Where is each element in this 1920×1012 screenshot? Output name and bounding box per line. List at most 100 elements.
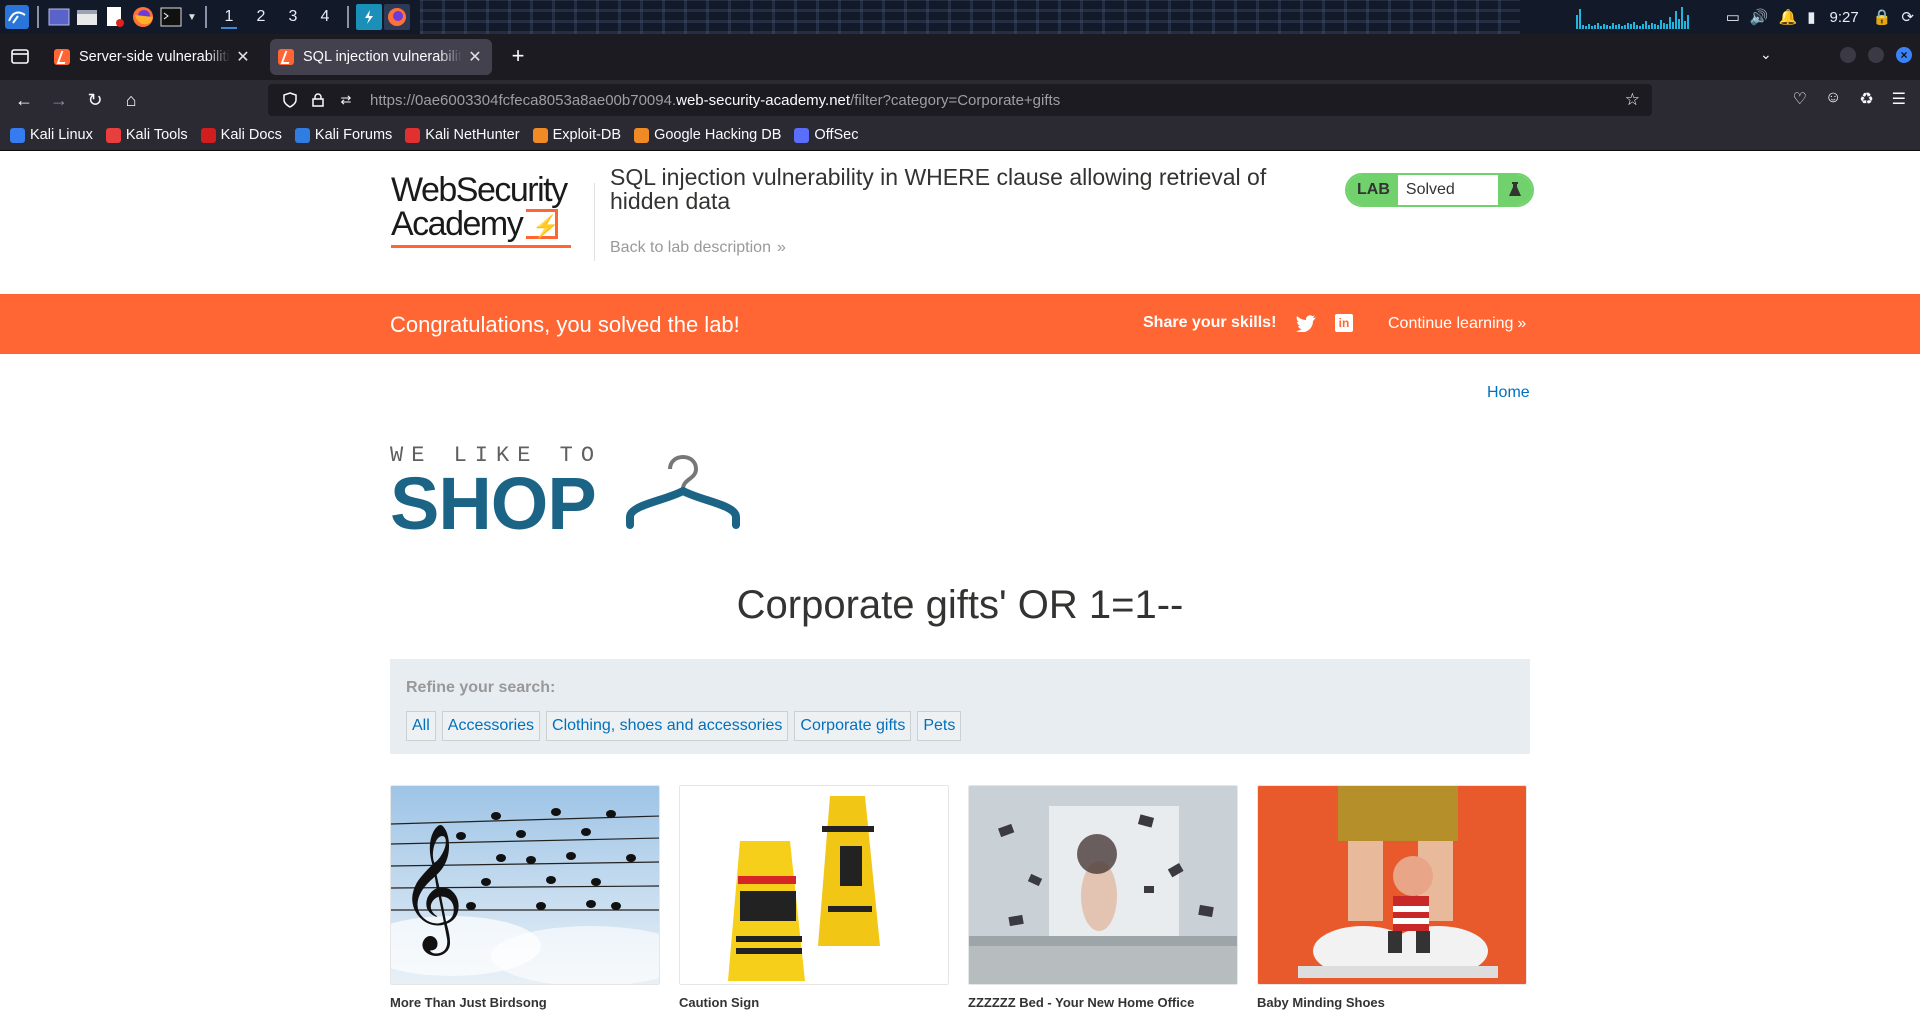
maximize-button[interactable] bbox=[1868, 47, 1884, 63]
workspace-1[interactable]: 1 bbox=[214, 4, 244, 30]
bookmark-favicon-icon bbox=[200, 127, 216, 143]
product-card[interactable]: Caution Sign bbox=[679, 785, 949, 1010]
account-icon[interactable]: ☺ bbox=[1825, 89, 1841, 109]
new-tab-button[interactable]: + bbox=[505, 44, 531, 70]
volume-icon[interactable]: 🔊 bbox=[1750, 8, 1769, 26]
product-image[interactable] bbox=[679, 785, 949, 985]
bookmark-item[interactable]: Google Hacking DB bbox=[634, 127, 781, 143]
double-chevron-right-icon: » bbox=[1517, 315, 1527, 332]
workspace-4[interactable]: 4 bbox=[310, 4, 340, 30]
lock-screen-icon[interactable]: 🔒 bbox=[1873, 8, 1892, 26]
bookmark-item[interactable]: Kali Linux bbox=[10, 127, 93, 143]
cpu-graph-bar bbox=[1581, 25, 1584, 29]
cpu-graph-bar bbox=[1638, 26, 1641, 29]
bookmark-item[interactable]: Kali NetHunter bbox=[405, 127, 520, 143]
pocket-icon[interactable]: ♡ bbox=[1793, 89, 1807, 109]
category-corporate-gifts[interactable]: Corporate gifts bbox=[794, 711, 912, 741]
tracking-protection-shield-icon[interactable] bbox=[280, 90, 300, 110]
list-all-tabs-chevron-icon[interactable]: ⌄ bbox=[1760, 46, 1772, 63]
product-card[interactable]: Baby Minding Shoes bbox=[1257, 785, 1527, 1010]
hamburger-menu-icon[interactable]: ☰ bbox=[1892, 89, 1906, 109]
site-permissions-icon[interactable]: ⇄ bbox=[336, 90, 356, 110]
cpu-graph-bar bbox=[1656, 25, 1659, 29]
bookmark-item[interactable]: Kali Forums bbox=[294, 127, 392, 143]
reload-icon[interactable]: ↻ bbox=[83, 88, 107, 112]
cpu-graph-bar bbox=[1650, 23, 1653, 29]
home-link[interactable]: Home bbox=[1487, 384, 1530, 402]
category-all[interactable]: All bbox=[406, 711, 436, 741]
cpu-graph-bar bbox=[1668, 17, 1671, 29]
product-name[interactable]: Baby Minding Shoes bbox=[1257, 995, 1385, 1010]
home-icon[interactable]: ⌂ bbox=[119, 88, 143, 112]
tab-server-side-vulnerabilities[interactable]: Server-side vulnerabilities ✕ bbox=[46, 39, 260, 75]
show-desktop-icon[interactable] bbox=[46, 4, 72, 30]
clock[interactable]: 9:27 bbox=[1830, 9, 1859, 26]
continue-learning-link[interactable]: Continue learning » bbox=[1388, 315, 1526, 333]
padlock-icon[interactable] bbox=[308, 90, 328, 110]
url-text[interactable]: https://0ae6003304fcfeca8053a8ae00b70094… bbox=[370, 92, 1060, 109]
text-editor-icon[interactable] bbox=[102, 4, 128, 30]
product-image[interactable]: 𝄞 bbox=[390, 785, 660, 985]
back-link-label: Back to lab description bbox=[610, 239, 771, 256]
workspace-3[interactable]: 3 bbox=[278, 4, 308, 30]
linkedin-icon[interactable]: in bbox=[1335, 314, 1353, 332]
workspace-2[interactable]: 2 bbox=[246, 4, 276, 30]
chevron-down-icon[interactable]: ▼ bbox=[186, 4, 198, 30]
product-card[interactable]: 𝄞 More Than Just Birdsong bbox=[390, 785, 660, 1010]
cpu-graph-bar bbox=[1671, 22, 1674, 29]
extensions-puzzle-icon[interactable]: ♻ bbox=[1859, 89, 1873, 109]
product-name[interactable]: More Than Just Birdsong bbox=[390, 995, 547, 1010]
minimize-button[interactable] bbox=[1840, 47, 1856, 63]
product-name[interactable]: ZZZZZZ Bed - Your New Home Office bbox=[968, 995, 1194, 1010]
category-pets[interactable]: Pets bbox=[917, 711, 962, 741]
category-clothing[interactable]: Clothing, shoes and accessories bbox=[546, 711, 789, 741]
battery-icon[interactable]: ▮ bbox=[1807, 8, 1815, 26]
product-card[interactable]: ZZZZZZ Bed - Your New Home Office bbox=[968, 785, 1238, 1010]
bookmark-item[interactable]: Exploit-DB bbox=[532, 127, 621, 143]
bookmark-item[interactable]: Kali Tools bbox=[105, 127, 188, 143]
bookmark-favicon-icon bbox=[794, 127, 810, 143]
kali-menu-icon[interactable] bbox=[4, 4, 30, 30]
cpu-graph-bar bbox=[1605, 25, 1608, 29]
burp-suite-task-icon[interactable] bbox=[356, 4, 382, 30]
taskbar-separator bbox=[347, 6, 349, 28]
firefox-launcher-icon[interactable] bbox=[130, 4, 156, 30]
caution-sign-image bbox=[680, 786, 948, 984]
tab-sql-injection[interactable]: SQL injection vulnerability ✕ bbox=[270, 39, 492, 75]
web-security-academy-logo[interactable]: WebSecurity Academy bbox=[391, 173, 591, 253]
cpu-graph-bar bbox=[1662, 23, 1665, 29]
terminal-icon[interactable] bbox=[158, 4, 184, 30]
product-image[interactable] bbox=[1257, 785, 1527, 985]
os-taskbar: ▼ 1 2 3 4 ▭ 🔊 🔔 ▮ 9:27 🔒 ⟳ bbox=[0, 0, 1920, 34]
firefox-view-icon[interactable] bbox=[10, 46, 32, 68]
product-image[interactable] bbox=[968, 785, 1238, 985]
close-window-button[interactable]: × bbox=[1896, 47, 1912, 63]
firefox-task-icon[interactable] bbox=[384, 4, 410, 30]
category-accessories[interactable]: Accessories bbox=[441, 711, 541, 741]
close-tab-icon[interactable]: ✕ bbox=[466, 47, 484, 67]
bookmark-star-icon[interactable]: ☆ bbox=[1625, 90, 1640, 110]
back-to-lab-description-link[interactable]: Back to lab description » bbox=[610, 239, 786, 257]
cpu-graph-bar bbox=[1599, 26, 1602, 29]
back-arrow-icon[interactable]: ← bbox=[12, 88, 36, 112]
logout-icon[interactable]: ⟳ bbox=[1901, 8, 1914, 26]
cpu-graph-bar bbox=[1593, 25, 1596, 29]
url-bar[interactable]: ⇄ https://0ae6003304fcfeca8053a8ae00b700… bbox=[268, 84, 1652, 116]
forward-arrow-icon[interactable]: → bbox=[47, 88, 71, 112]
cpu-graph-bar bbox=[1674, 11, 1677, 29]
bookmark-item[interactable]: OffSec bbox=[794, 127, 858, 143]
bookmark-favicon-icon bbox=[294, 127, 310, 143]
close-tab-icon[interactable]: ✕ bbox=[234, 47, 252, 67]
page-heading: Corporate gifts' OR 1=1-- bbox=[736, 583, 1184, 627]
cpu-graph-bar bbox=[1587, 24, 1590, 29]
cpu-graph-bar bbox=[1614, 25, 1617, 29]
file-manager-icon[interactable] bbox=[74, 4, 100, 30]
twitter-icon[interactable] bbox=[1296, 315, 1316, 333]
display-icon[interactable]: ▭ bbox=[1726, 8, 1740, 26]
product-name[interactable]: Caution Sign bbox=[679, 995, 759, 1010]
flask-icon bbox=[1497, 175, 1532, 205]
cpu-graph-bar bbox=[1584, 26, 1587, 29]
we-like-to-shop-logo[interactable]: WE LIKE TO SHOP bbox=[390, 443, 750, 543]
notification-bell-icon[interactable]: 🔔 bbox=[1779, 8, 1798, 26]
bookmark-item[interactable]: Kali Docs bbox=[200, 127, 282, 143]
